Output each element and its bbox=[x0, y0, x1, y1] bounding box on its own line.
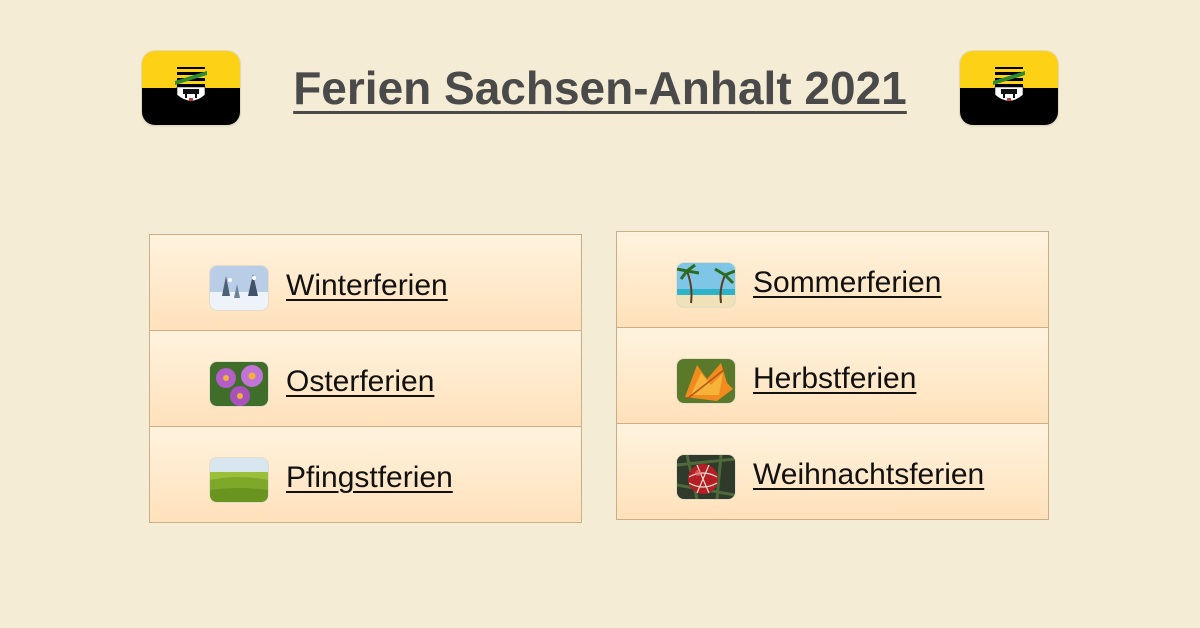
holiday-link-herbstferien[interactable]: Herbstferien bbox=[753, 361, 916, 397]
holiday-item-winterferien[interactable]: Winterferien bbox=[150, 235, 581, 331]
holiday-item-osterferien[interactable]: Osterferien bbox=[150, 331, 581, 427]
holiday-link-sommerferien[interactable]: Sommerferien bbox=[753, 265, 941, 301]
holiday-item-weihnachtsferien[interactable]: Weihnachtsferien bbox=[617, 424, 1048, 519]
sachsen-anhalt-flag-icon bbox=[960, 51, 1058, 125]
holiday-list-left: Winterferien Osterferien Pfingstferien bbox=[149, 234, 582, 523]
green-meadow-icon bbox=[210, 458, 268, 502]
holiday-link-winterferien[interactable]: Winterferien bbox=[286, 268, 448, 304]
holiday-link-pfingstferien[interactable]: Pfingstferien bbox=[286, 460, 453, 496]
palm-beach-icon bbox=[677, 263, 735, 307]
holiday-item-herbstferien[interactable]: Herbstferien bbox=[617, 328, 1048, 424]
purple-flowers-icon bbox=[210, 362, 268, 406]
holiday-link-osterferien[interactable]: Osterferien bbox=[286, 364, 434, 400]
holiday-link-weihnachtsferien[interactable]: Weihnachtsferien bbox=[753, 457, 984, 493]
holiday-item-sommerferien[interactable]: Sommerferien bbox=[617, 232, 1048, 328]
holiday-list-right: Sommerferien Herbstferien Weihnachtsferi… bbox=[616, 231, 1049, 520]
holiday-item-pfingstferien[interactable]: Pfingstferien bbox=[150, 427, 581, 522]
sachsen-anhalt-flag-right[interactable] bbox=[960, 51, 1058, 125]
winter-landscape-icon bbox=[210, 266, 268, 310]
autumn-leaf-icon bbox=[677, 359, 735, 403]
christmas-ornament-icon bbox=[677, 455, 735, 499]
